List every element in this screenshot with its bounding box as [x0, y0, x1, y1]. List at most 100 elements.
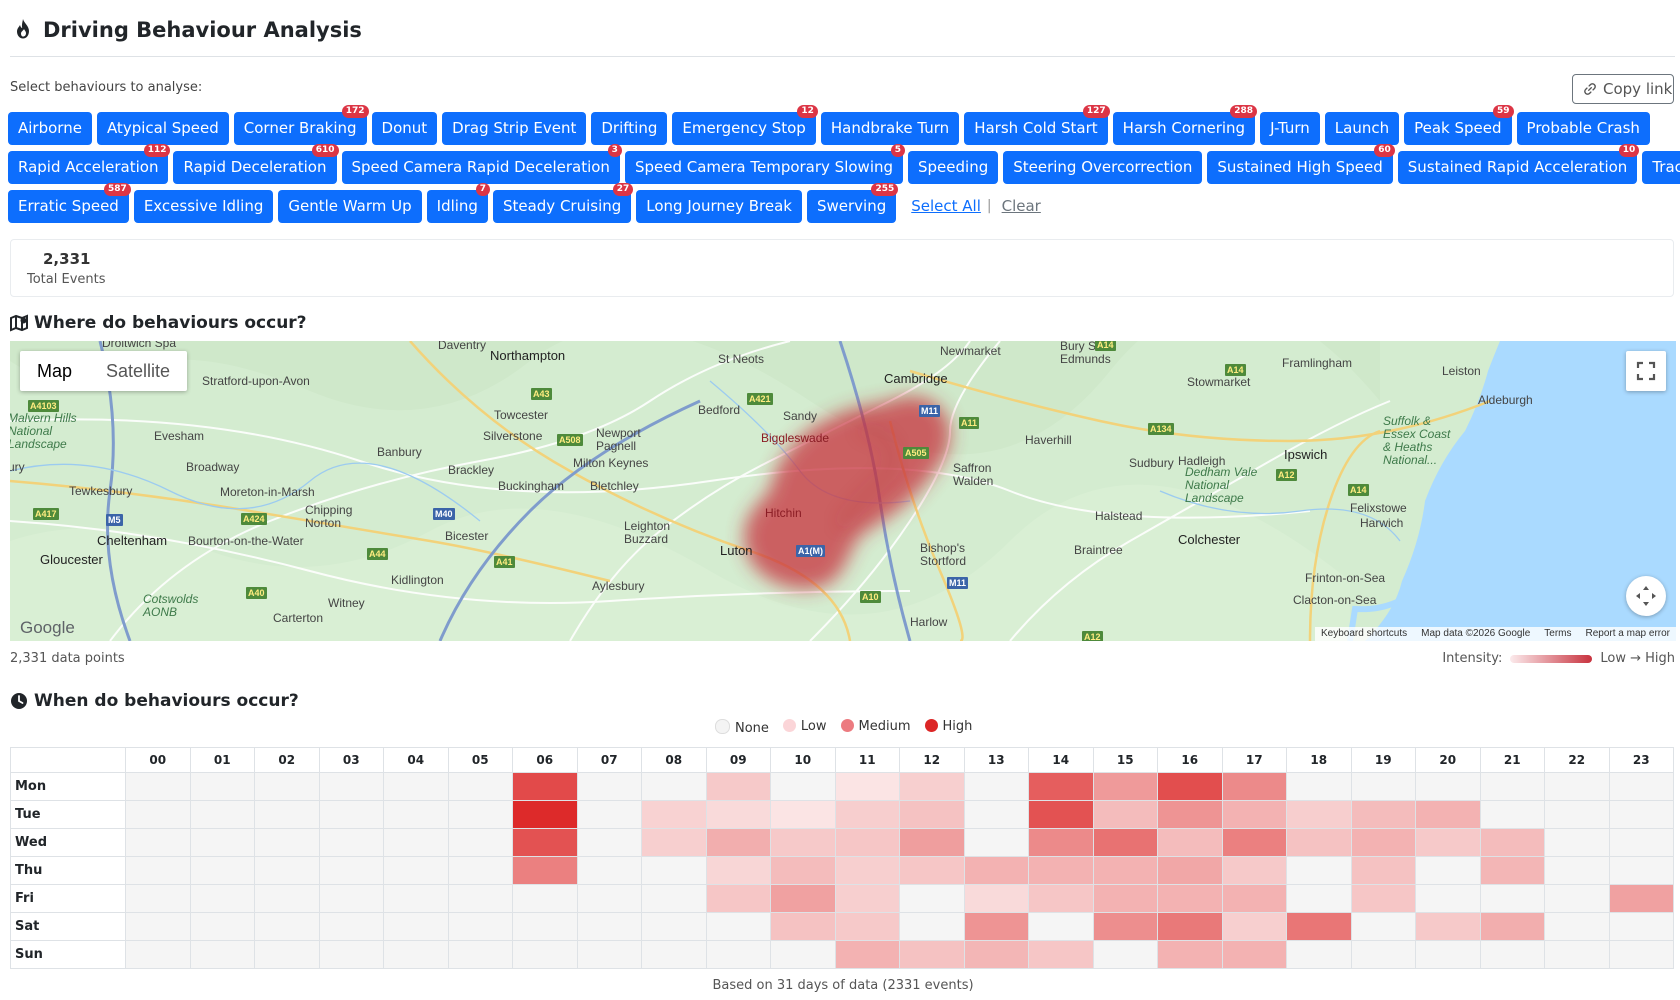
heatmap-cell[interactable]: [1221, 912, 1287, 941]
chip-corner-braking[interactable]: Corner Braking 172: [233, 104, 369, 145]
chip-erratic-speed[interactable]: Erratic Speed 587: [8, 182, 131, 223]
chip-swerving[interactable]: Swerving 255: [806, 182, 899, 223]
heatmap-cell[interactable]: [770, 772, 836, 801]
heatmap-cell[interactable]: [834, 772, 900, 801]
heatmap-cell[interactable]: [1350, 772, 1416, 801]
heatmap-cell[interactable]: [770, 912, 836, 941]
heatmap-cell[interactable]: [1479, 884, 1545, 913]
attribution-item[interactable]: Terms: [1544, 627, 1571, 641]
chip-steering-overcorrection[interactable]: Steering Overcorrection: [1003, 150, 1203, 184]
heatmap-cell[interactable]: [1028, 828, 1094, 857]
heatmap-cell[interactable]: [576, 800, 642, 829]
heatmap-cell[interactable]: [383, 856, 449, 885]
chip-gentle-warm-up[interactable]: Gentle Warm Up: [278, 189, 422, 223]
heatmap-cell[interactable]: [1415, 800, 1481, 829]
heatmap-cell[interactable]: [447, 800, 513, 829]
heatmap-cell[interactable]: [1157, 800, 1223, 829]
heatmap-cell[interactable]: [576, 884, 642, 913]
heatmap-cell[interactable]: [254, 912, 320, 941]
heatmap-cell[interactable]: [1415, 828, 1481, 857]
heatmap-cell[interactable]: [1286, 884, 1352, 913]
heatmap-cell[interactable]: [1350, 800, 1416, 829]
heatmap-cell[interactable]: [705, 828, 771, 857]
heatmap-cell[interactable]: [1608, 772, 1674, 801]
heatmap-cell[interactable]: [1415, 884, 1481, 913]
heatmap-cell[interactable]: [705, 856, 771, 885]
heatmap-cell[interactable]: [254, 772, 320, 801]
heatmap-cell[interactable]: [1415, 772, 1481, 801]
heatmap-cell[interactable]: [383, 800, 449, 829]
heatmap-cell[interactable]: [512, 828, 578, 857]
heatmap-cell[interactable]: [512, 856, 578, 885]
heatmap-cell[interactable]: [512, 800, 578, 829]
heatmap-cell[interactable]: [125, 856, 191, 885]
heatmap-cell[interactable]: [1286, 772, 1352, 801]
heatmap-cell[interactable]: [318, 912, 384, 941]
heatmap-cell[interactable]: [447, 884, 513, 913]
chip-probable-crash[interactable]: Probable Crash: [1516, 111, 1650, 145]
heatmap-cell[interactable]: [641, 828, 707, 857]
heatmap-map[interactable]: Map Satellite Google Keyboard shortcuts M…: [10, 341, 1676, 641]
heatmap-cell[interactable]: [834, 856, 900, 885]
heatmap-cell[interactable]: [1028, 940, 1094, 969]
chip-handbrake-turn[interactable]: Handbrake Turn: [820, 111, 960, 145]
heatmap-cell[interactable]: [1286, 856, 1352, 885]
chip-excessive-idling[interactable]: Excessive Idling: [133, 189, 274, 223]
heatmap-cell[interactable]: [1608, 856, 1674, 885]
attribution-item[interactable]: Keyboard shortcuts: [1321, 627, 1407, 641]
heatmap-cell[interactable]: [834, 884, 900, 913]
heatmap-cell[interactable]: [1221, 940, 1287, 969]
heatmap-cell[interactable]: [1092, 856, 1158, 885]
heatmap-cell[interactable]: [189, 912, 255, 941]
heatmap-cell[interactable]: [254, 884, 320, 913]
heatmap-cell[interactable]: [963, 884, 1029, 913]
chip-steady-cruising[interactable]: Steady Cruising 27: [492, 182, 634, 223]
copy-link-button[interactable]: Copy link: [1572, 74, 1674, 104]
heatmap-cell[interactable]: [1221, 884, 1287, 913]
heatmap-cell[interactable]: [1415, 912, 1481, 941]
heatmap-cell[interactable]: [770, 828, 836, 857]
heatmap-cell[interactable]: [1092, 940, 1158, 969]
heatmap-cell[interactable]: [189, 800, 255, 829]
chip-launch[interactable]: Launch: [1324, 111, 1400, 145]
heatmap-cell[interactable]: [383, 940, 449, 969]
heatmap-cell[interactable]: [899, 912, 965, 941]
heatmap-cell[interactable]: [1479, 772, 1545, 801]
heatmap-cell[interactable]: [1221, 856, 1287, 885]
heatmap-cell[interactable]: [1544, 912, 1610, 941]
heatmap-cell[interactable]: [1157, 912, 1223, 941]
select-all-link[interactable]: Select All: [911, 197, 981, 215]
heatmap-cell[interactable]: [834, 828, 900, 857]
heatmap-cell[interactable]: [899, 856, 965, 885]
heatmap-cell[interactable]: [963, 940, 1029, 969]
attribution-item[interactable]: Report a map error: [1586, 627, 1670, 641]
heatmap-cell[interactable]: [318, 800, 384, 829]
chip-rapid-acceleration[interactable]: Rapid Acceleration 112: [8, 143, 171, 184]
heatmap-cell[interactable]: [1092, 912, 1158, 941]
heatmap-cell[interactable]: [705, 940, 771, 969]
heatmap-cell[interactable]: [1286, 912, 1352, 941]
heatmap-cell[interactable]: [512, 772, 578, 801]
heatmap-cell[interactable]: [641, 912, 707, 941]
heatmap-cell[interactable]: [1092, 884, 1158, 913]
heatmap-cell[interactable]: [1544, 884, 1610, 913]
heatmap-cell[interactable]: [641, 884, 707, 913]
heatmap-cell[interactable]: [318, 828, 384, 857]
heatmap-cell[interactable]: [447, 940, 513, 969]
heatmap-cell[interactable]: [447, 772, 513, 801]
heatmap-cell[interactable]: [1350, 884, 1416, 913]
heatmap-cell[interactable]: [963, 800, 1029, 829]
camera-control-button[interactable]: [1626, 576, 1666, 616]
heatmap-cell[interactable]: [189, 856, 255, 885]
heatmap-cell[interactable]: [963, 772, 1029, 801]
heatmap-cell[interactable]: [1544, 856, 1610, 885]
heatmap-cell[interactable]: [1608, 940, 1674, 969]
chip-drag-strip-event[interactable]: Drag Strip Event: [442, 111, 587, 145]
heatmap-cell[interactable]: [318, 772, 384, 801]
heatmap-cell[interactable]: [1608, 912, 1674, 941]
heatmap-cell[interactable]: [576, 856, 642, 885]
heatmap-cell[interactable]: [576, 940, 642, 969]
heatmap-cell[interactable]: [770, 856, 836, 885]
heatmap-cell[interactable]: [1286, 828, 1352, 857]
heatmap-cell[interactable]: [641, 940, 707, 969]
